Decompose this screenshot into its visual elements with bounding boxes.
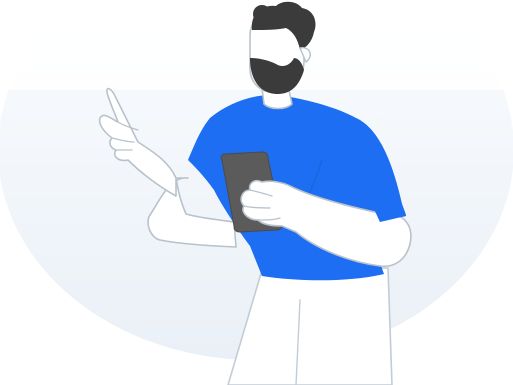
legs bbox=[227, 267, 393, 385]
man-holding-phone-illustration bbox=[98, 1, 412, 385]
head bbox=[249, 1, 316, 94]
illustration-canvas bbox=[0, 0, 513, 385]
